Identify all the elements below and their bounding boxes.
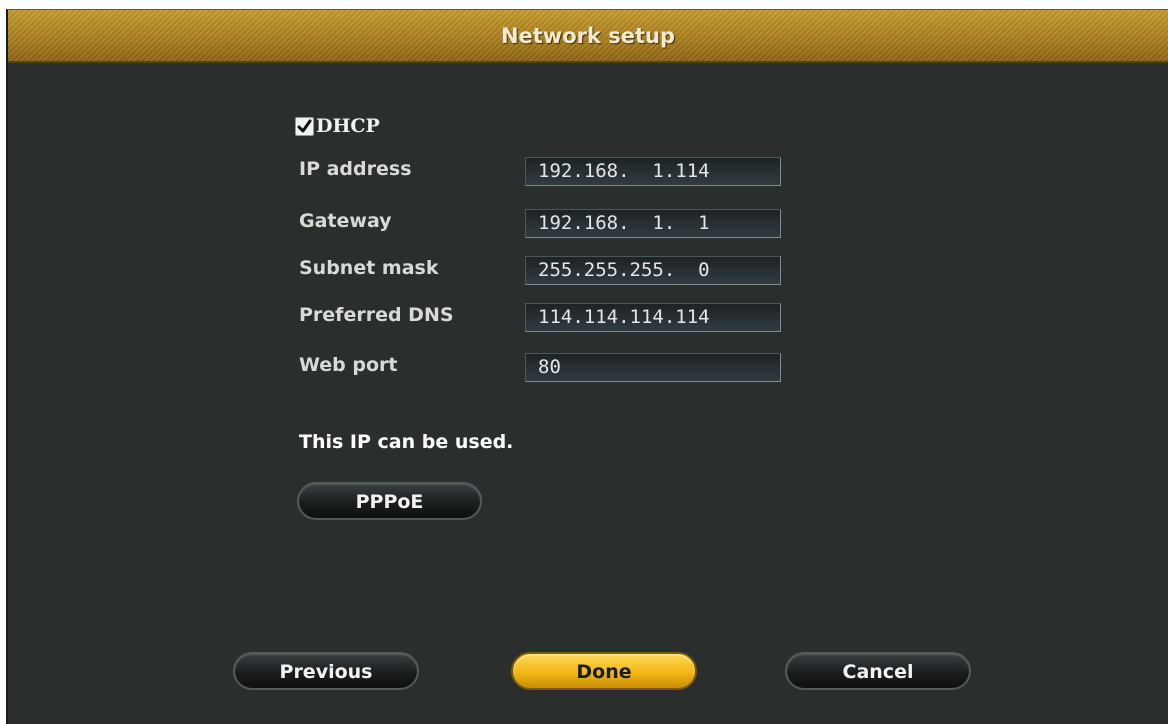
cancel-button[interactable]: Cancel (785, 652, 971, 690)
web-port-label: Web port (299, 354, 398, 376)
preferred-dns-input[interactable]: 114.114.114.114 (525, 303, 781, 332)
web-port-input[interactable]: 80 (525, 353, 781, 382)
dialog-title: Network setup (500, 24, 676, 48)
gateway-input[interactable]: 192.168. 1. 1 (525, 209, 781, 238)
subnet-mask-input[interactable]: 255.255.255. 0 (525, 256, 781, 285)
previous-button[interactable]: Previous (233, 652, 419, 690)
ip-address-input[interactable]: 192.168. 1.114 (525, 157, 781, 186)
checkmark-icon (297, 119, 312, 132)
network-setup-dialog: Network setup DHCP IP address 192.168. 1… (6, 9, 1168, 724)
pppoe-button[interactable]: PPPoE (297, 482, 482, 520)
dhcp-label: DHCP (316, 115, 380, 137)
subnet-mask-label: Subnet mask (299, 257, 439, 279)
title-bar: Network setup (8, 10, 1168, 63)
ip-status-message: This IP can be used. (299, 431, 514, 453)
done-button[interactable]: Done (511, 652, 697, 690)
gateway-label: Gateway (299, 210, 392, 232)
preferred-dns-label: Preferred DNS (299, 304, 454, 326)
dhcp-checkbox[interactable] (295, 116, 314, 136)
ip-address-label: IP address (299, 158, 412, 180)
dhcp-toggle[interactable]: DHCP (295, 112, 380, 140)
